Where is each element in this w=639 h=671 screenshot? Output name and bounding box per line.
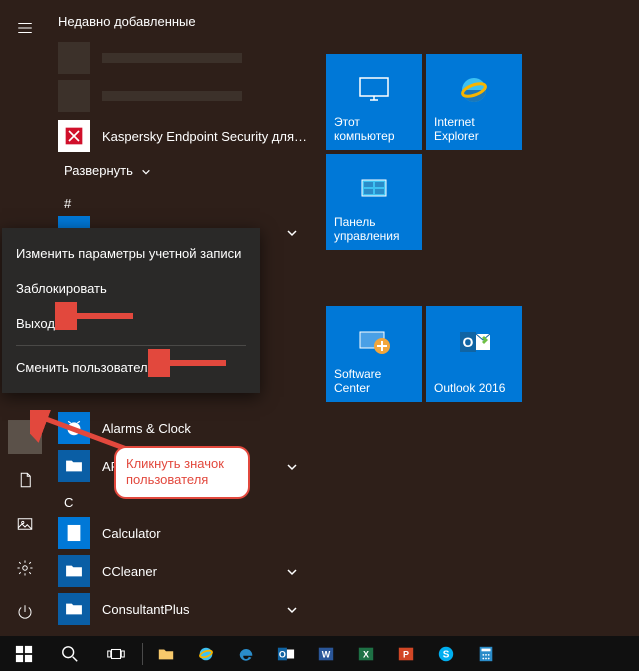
svg-text:P: P	[403, 649, 409, 659]
separator	[16, 345, 246, 346]
tb-internet-explorer[interactable]	[187, 636, 225, 671]
svg-text:W: W	[322, 649, 331, 659]
tb-excel[interactable]: X	[347, 636, 385, 671]
power-icon[interactable]	[0, 592, 50, 632]
svg-text:O: O	[463, 334, 474, 350]
tb-start[interactable]	[2, 636, 46, 671]
tile-this-pc[interactable]: Этот компьютер	[326, 54, 422, 150]
documents-icon[interactable]	[0, 460, 50, 500]
tile-outlook[interactable]: O Outlook 2016	[426, 306, 522, 402]
ie-icon	[454, 70, 494, 110]
expand-recent[interactable]: Развернуть	[50, 155, 308, 186]
svg-text:X: X	[363, 649, 369, 659]
svg-text:O: O	[279, 649, 286, 659]
tb-calculator[interactable]	[467, 636, 505, 671]
settings-icon[interactable]	[0, 548, 50, 588]
app-label: ConsultantPlus	[102, 602, 308, 617]
tile-label: Software Center	[334, 368, 416, 396]
ctx-change-settings[interactable]: Изменить параметры учетной записи	[2, 236, 260, 271]
chevron-down-icon	[286, 226, 298, 238]
app-label: Alarms & Clock	[102, 421, 308, 436]
tb-file-explorer[interactable]	[147, 636, 185, 671]
outlook-icon: O	[454, 322, 494, 362]
tile-control-panel[interactable]: Панель управления	[326, 154, 422, 250]
ctx-signout[interactable]: Выход	[2, 306, 260, 341]
hamburger-icon[interactable]	[0, 8, 50, 48]
app-apc[interactable]: AP	[50, 447, 308, 485]
tile-label: Панель управления	[334, 216, 416, 244]
alarms-icon	[58, 412, 90, 444]
obscured-recent-item[interactable]	[50, 79, 308, 113]
app-label: Calculator	[102, 526, 308, 541]
app-consultant[interactable]: ConsultantPlus	[50, 590, 308, 628]
calculator-icon	[58, 517, 90, 549]
app-label: CCleaner	[102, 564, 308, 579]
tile-label: Internet Explorer	[434, 116, 516, 144]
tb-word[interactable]: W	[307, 636, 345, 671]
letter-hash[interactable]: #	[50, 186, 308, 215]
app-ccleaner[interactable]: CCleaner	[50, 552, 308, 590]
tb-outlook[interactable]: O	[267, 636, 305, 671]
software-center-icon	[354, 322, 394, 362]
app-alarms[interactable]: Alarms & Clock	[50, 409, 308, 447]
tile-label: Outlook 2016	[434, 382, 516, 396]
tb-skype[interactable]: S	[427, 636, 465, 671]
tb-search[interactable]	[48, 636, 92, 671]
separator	[142, 643, 143, 665]
app-calculator[interactable]: Calculator	[50, 514, 308, 552]
tb-task-view[interactable]	[94, 636, 138, 671]
kaspersky-icon	[58, 120, 90, 152]
chevron-down-icon	[286, 603, 298, 615]
app-label: Kaspersky Endpoint Security для Wi...	[102, 129, 308, 144]
app-label: AP	[102, 459, 308, 474]
app-kaspersky[interactable]: Kaspersky Endpoint Security для Wi...	[50, 117, 308, 155]
folder-icon	[58, 555, 90, 587]
chevron-down-icon	[286, 565, 298, 577]
svg-text:S: S	[443, 649, 450, 660]
tb-powerpoint[interactable]: P	[387, 636, 425, 671]
user-context-menu: Изменить параметры учетной записи Заблок…	[2, 228, 260, 393]
obscured-recent-item[interactable]	[50, 41, 308, 75]
letter-c[interactable]: C	[50, 485, 308, 514]
tile-software-center[interactable]: Software Center	[326, 306, 422, 402]
user-avatar[interactable]	[8, 420, 42, 454]
tile-internet-explorer[interactable]: Internet Explorer	[426, 54, 522, 150]
monitor-icon	[354, 70, 394, 110]
folder-icon	[58, 450, 90, 482]
pictures-icon[interactable]	[0, 504, 50, 544]
folder-icon	[58, 593, 90, 625]
recently-added-header: Недавно добавленные	[50, 10, 308, 37]
taskbar: O W X P S	[0, 636, 639, 671]
control-panel-icon	[354, 170, 394, 210]
tile-label: Этот компьютер	[334, 116, 416, 144]
ctx-lock[interactable]: Заблокировать	[2, 271, 260, 306]
chevron-down-icon	[286, 460, 298, 472]
ctx-switch-user[interactable]: Сменить пользователя	[2, 350, 260, 385]
expand-label: Развернуть	[64, 163, 133, 178]
tb-edge[interactable]	[227, 636, 265, 671]
